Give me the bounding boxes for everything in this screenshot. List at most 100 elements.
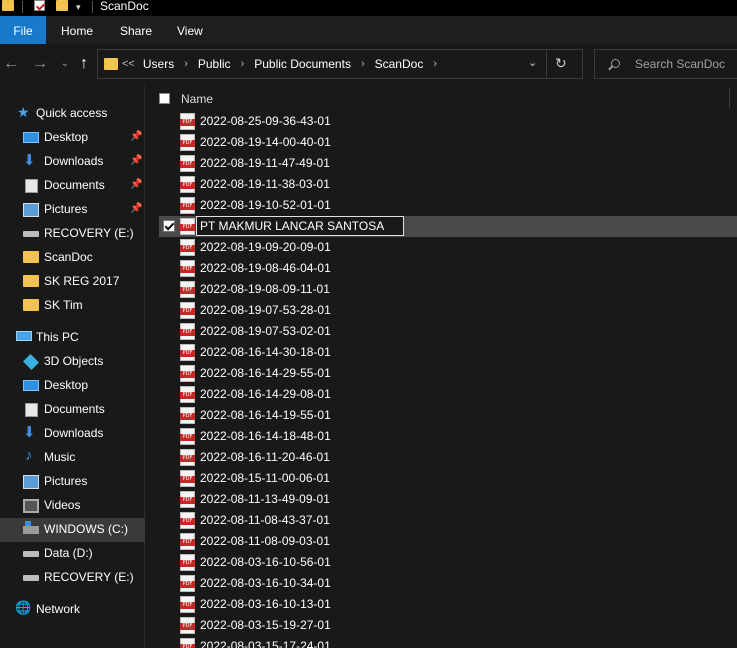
chevron-down-icon[interactable]: ⌄ (528, 56, 537, 69)
recent-locations-icon[interactable]: ⌄ (55, 54, 75, 74)
file-name: 2022-08-19-07-53-02-01 (200, 324, 331, 338)
crumb-public-documents[interactable]: Public Documents (254, 57, 351, 71)
nav-item-windows-c[interactable]: WINDOWS (C:) (0, 518, 145, 542)
select-all-checkbox[interactable] (159, 93, 170, 104)
file-row[interactable]: 2022-08-16-14-29-55-01 (159, 363, 737, 384)
nav-label: Music (44, 450, 76, 464)
file-row[interactable]: 2022-08-19-14-00-40-01 (159, 132, 737, 153)
file-row[interactable]: 2022-08-11-13-49-09-01 (159, 489, 737, 510)
refresh-icon[interactable]: ↻ (555, 55, 567, 72)
nav-item-videos[interactable]: Videos (0, 494, 145, 518)
pdf-file-icon (180, 575, 195, 592)
tab-view[interactable]: View (177, 16, 203, 44)
file-row-selected[interactable]: PT MAKMUR LANCAR SANTOSA (159, 216, 737, 237)
pdf-file-icon (180, 134, 195, 151)
file-row[interactable]: 2022-08-19-11-38-03-01 (159, 174, 737, 195)
file-row[interactable]: 2022-08-19-08-09-11-01 (159, 279, 737, 300)
nav-item-pictures[interactable]: Pictures 📌 (0, 198, 145, 222)
address-bar[interactable]: << Users › Public › Public Documents › S… (97, 49, 583, 79)
file-row[interactable]: 2022-08-19-07-53-02-01 (159, 321, 737, 342)
file-row[interactable]: 2022-08-19-10-52-01-01 (159, 195, 737, 216)
file-row[interactable]: 2022-08-19-07-53-28-01 (159, 300, 737, 321)
file-row[interactable]: 2022-08-16-14-19-55-01 (159, 405, 737, 426)
file-row[interactable]: 2022-08-03-15-17-24-01 (159, 636, 737, 648)
pdf-file-icon (180, 323, 195, 340)
chevron-right-icon[interactable]: › (241, 58, 245, 70)
file-row[interactable]: 2022-08-03-16-10-13-01 (159, 594, 737, 615)
window-title: ScanDoc (100, 0, 149, 13)
properties-checkbox-icon[interactable] (34, 0, 45, 11)
file-row[interactable]: 2022-08-03-16-10-56-01 (159, 552, 737, 573)
file-row[interactable]: 2022-08-25-09-36-43-01 (159, 111, 737, 132)
file-name: 2022-08-16-14-19-55-01 (200, 408, 331, 422)
nav-item-data-d[interactable]: Data (D:) (0, 542, 145, 566)
file-row[interactable]: 2022-08-16-14-29-08-01 (159, 384, 737, 405)
file-row[interactable]: 2022-08-16-14-30-18-01 (159, 342, 737, 363)
desktop-icon (23, 380, 39, 391)
file-row[interactable]: 2022-08-15-11-00-06-01 (159, 468, 737, 489)
nav-quick-access[interactable]: Quick access (0, 102, 145, 126)
nav-label: SK Tim (44, 298, 83, 312)
nav-item-downloads[interactable]: Downloads 📌 (0, 150, 145, 174)
tab-file[interactable]: File (0, 16, 46, 44)
file-row[interactable]: 2022-08-11-08-43-37-01 (159, 510, 737, 531)
pin-icon[interactable]: 📌 (130, 155, 142, 166)
chevron-right-icon[interactable]: › (361, 58, 365, 70)
nav-item-pc-pictures[interactable]: Pictures (0, 470, 145, 494)
nav-item-music[interactable]: Music (0, 446, 145, 470)
file-row[interactable]: 2022-08-19-08-46-04-01 (159, 258, 737, 279)
nav-item-recovery[interactable]: RECOVERY (E:) (0, 222, 145, 246)
hidden-crumbs-icon[interactable]: << (122, 58, 135, 70)
pin-icon[interactable]: 📌 (130, 179, 142, 190)
computer-icon (16, 331, 32, 341)
pdf-file-icon (180, 449, 195, 466)
nav-item-recovery-e[interactable]: RECOVERY (E:) (0, 566, 145, 590)
nav-item-desktop[interactable]: Desktop 📌 (0, 126, 145, 150)
file-row[interactable]: 2022-08-03-16-10-34-01 (159, 573, 737, 594)
address-row: ← → ⌄ ↑ << Users › Public › Public Docum… (0, 44, 737, 86)
nav-label: Network (36, 602, 81, 616)
nav-item-documents[interactable]: Documents 📌 (0, 174, 145, 198)
pdf-file-icon (180, 554, 195, 571)
tab-home[interactable]: Home (61, 16, 93, 44)
forward-arrow-icon[interactable]: → (30, 54, 50, 74)
new-folder-icon[interactable] (56, 0, 68, 11)
pdf-file-icon (180, 155, 195, 172)
pin-icon[interactable]: 📌 (130, 203, 142, 214)
column-name[interactable]: Name (181, 92, 213, 106)
nav-item-3d-objects[interactable]: 3D Objects (0, 350, 145, 374)
column-resize-handle[interactable] (729, 88, 730, 108)
nav-item-sk-tim[interactable]: SK Tim (0, 294, 145, 318)
rename-input[interactable]: PT MAKMUR LANCAR SANTOSA (196, 216, 404, 236)
crumb-scandoc[interactable]: ScanDoc (375, 57, 424, 71)
file-row[interactable]: 2022-08-11-08-09-03-01 (159, 531, 737, 552)
folder-icon (2, 0, 14, 11)
nav-label: Desktop (44, 378, 89, 392)
row-checkbox[interactable] (163, 220, 175, 232)
file-row[interactable]: 2022-08-03-15-19-27-01 (159, 615, 737, 636)
file-row[interactable]: 2022-08-19-11-47-49-01 (159, 153, 737, 174)
nav-item-scandoc[interactable]: ScanDoc (0, 246, 145, 270)
crumb-users[interactable]: Users (143, 57, 174, 71)
chevron-right-icon[interactable]: › (184, 58, 188, 70)
nav-network[interactable]: Network (0, 598, 145, 622)
file-row[interactable]: 2022-08-16-14-18-48-01 (159, 426, 737, 447)
nav-this-pc[interactable]: This PC (0, 326, 145, 350)
crumb-public[interactable]: Public (198, 57, 231, 71)
nav-item-pc-downloads[interactable]: Downloads (0, 422, 145, 446)
file-name: 2022-08-19-09-20-09-01 (200, 240, 331, 254)
nav-item-pc-documents[interactable]: Documents (0, 398, 145, 422)
file-row[interactable]: 2022-08-16-11-20-46-01 (159, 447, 737, 468)
nav-item-sk-reg-2017[interactable]: SK REG 2017 (0, 270, 145, 294)
up-arrow-icon[interactable]: ↑ (74, 54, 94, 74)
file-row[interactable]: 2022-08-19-09-20-09-01 (159, 237, 737, 258)
pdf-file-icon (180, 533, 195, 550)
back-arrow-icon[interactable]: ← (1, 54, 21, 74)
chevron-right-icon[interactable]: › (433, 58, 437, 70)
pin-icon[interactable]: 📌 (130, 131, 142, 142)
customize-toolbar-icon[interactable]: ▾ (76, 2, 81, 13)
tab-share[interactable]: Share (120, 16, 152, 44)
nav-item-pc-desktop[interactable]: Desktop (0, 374, 145, 398)
search-input[interactable]: Search ScanDoc (594, 49, 737, 79)
folder-icon (23, 299, 39, 311)
